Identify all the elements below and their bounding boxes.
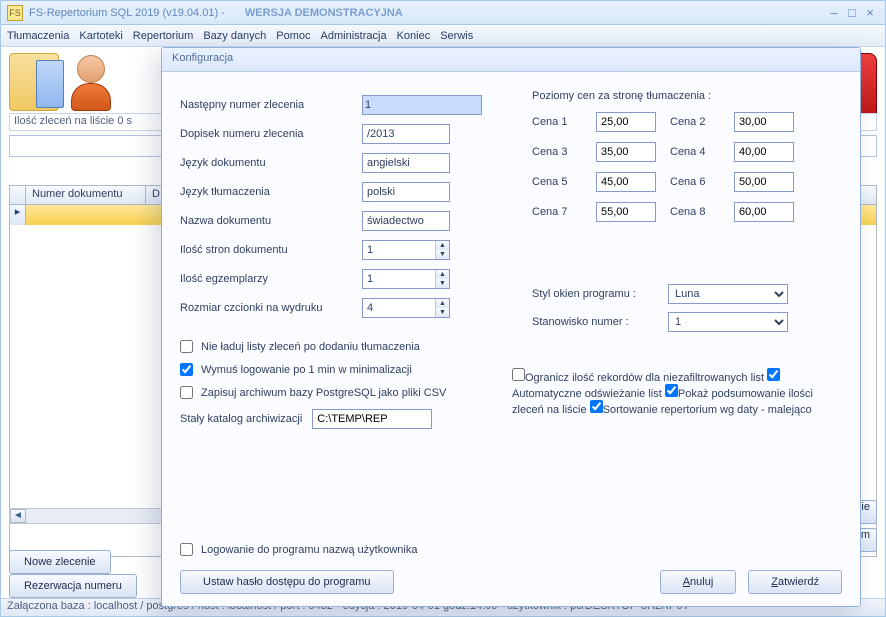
tr-lang-input[interactable] bbox=[362, 182, 450, 202]
chevron-up-icon[interactable]: ▲ bbox=[435, 241, 449, 250]
price-7-input[interactable] bbox=[596, 202, 656, 222]
top-icons bbox=[9, 53, 113, 111]
menu-pomoc[interactable]: Pomoc bbox=[276, 30, 310, 42]
price-4-input[interactable] bbox=[734, 142, 794, 162]
chevron-down-icon[interactable]: ▼ bbox=[435, 279, 449, 288]
scroll-left-icon[interactable]: ◄ bbox=[10, 509, 26, 523]
price-title: Poziomy cen za stronę tłumaczenia : bbox=[532, 90, 842, 102]
label-font: Rozmiar czcionki na wydruku bbox=[180, 302, 348, 314]
next-number-input[interactable] bbox=[362, 95, 482, 115]
folder-icon[interactable] bbox=[9, 53, 59, 111]
label-suffix: Dopisek numeru zlecenia bbox=[180, 128, 348, 140]
menu-koniec[interactable]: Koniec bbox=[397, 30, 431, 42]
menubar: Tłumaczenia Kartoteki Repertorium Bazy d… bbox=[1, 25, 885, 47]
station-select[interactable]: 1 bbox=[668, 312, 788, 332]
price-5-input[interactable] bbox=[596, 172, 656, 192]
price-6-input[interactable] bbox=[734, 172, 794, 192]
archive-path-input[interactable] bbox=[312, 409, 432, 429]
menu-kartoteki[interactable]: Kartoteki bbox=[79, 30, 122, 42]
copies-stepper[interactable]: ▲▼ bbox=[362, 269, 450, 289]
label-tr-lang: Język tłumaczenia bbox=[180, 186, 348, 198]
minimize-button[interactable]: – bbox=[825, 5, 843, 21]
label-doc-name: Nazwa dokumentu bbox=[180, 215, 348, 227]
cancel-button[interactable]: Anuluj bbox=[660, 570, 737, 594]
confirm-button[interactable]: Zatwierdź bbox=[748, 570, 842, 594]
doc-lang-input[interactable] bbox=[362, 153, 450, 173]
chevron-down-icon[interactable]: ▼ bbox=[435, 308, 449, 317]
check-login-user[interactable]: Logowanie do programu nazwą użytkownika bbox=[180, 543, 417, 556]
menu-bazy[interactable]: Bazy danych bbox=[203, 30, 266, 42]
right-checks: Ogranicz ilość rekordów dla niezafiltrow… bbox=[512, 368, 842, 416]
check-noload[interactable]: Nie ładuj listy zleceń po dodaniu tłumac… bbox=[180, 340, 842, 353]
row-pointer-icon: ▸ bbox=[10, 205, 26, 225]
demo-label: WERSJA DEMONSTRACYJNA bbox=[245, 7, 403, 19]
label-archive: Stały katalog archiwizacji bbox=[180, 413, 302, 425]
check-sort[interactable]: Sortowanie repertorium wg daty - malejąc… bbox=[590, 404, 812, 416]
app-icon: FS bbox=[7, 5, 23, 21]
price-1-input[interactable] bbox=[596, 112, 656, 132]
label-next-num: Następny numer zlecenia bbox=[180, 99, 348, 111]
label-style: Styl okien programu : bbox=[532, 288, 658, 300]
style-select[interactable]: Luna bbox=[668, 284, 788, 304]
menu-repertorium[interactable]: Repertorium bbox=[133, 30, 194, 42]
price-2-input[interactable] bbox=[734, 112, 794, 132]
app-window: FS FS-Repertorium SQL 2019 (v19.04.01) -… bbox=[0, 0, 886, 617]
close-window-button[interactable]: × bbox=[861, 5, 879, 21]
chevron-down-icon[interactable]: ▼ bbox=[435, 250, 449, 259]
menu-tlumaczenia[interactable]: Tłumaczenia bbox=[7, 30, 69, 42]
suffix-input[interactable] bbox=[362, 124, 450, 144]
titlebar: FS FS-Repertorium SQL 2019 (v19.04.01) -… bbox=[1, 1, 885, 25]
config-dialog: Konfiguracja Następny numer zlecenia Dop… bbox=[161, 47, 861, 607]
dialog-title: Konfiguracja bbox=[162, 48, 860, 72]
new-order-button[interactable]: Nowe zlecenie bbox=[9, 550, 111, 574]
doc-name-input[interactable] bbox=[362, 211, 450, 231]
label-copies: Ilość egzemplarzy bbox=[180, 273, 348, 285]
label-doc-lang: Język dokumentu bbox=[180, 157, 348, 169]
pages-stepper[interactable]: ▲▼ bbox=[362, 240, 450, 260]
price-3-input[interactable] bbox=[596, 142, 656, 162]
chevron-up-icon[interactable]: ▲ bbox=[435, 270, 449, 279]
menu-serwis[interactable]: Serwis bbox=[440, 30, 473, 42]
label-pages: Ilość stron dokumentu bbox=[180, 244, 348, 256]
check-limit[interactable]: Ogranicz ilość rekordów dla niezafiltrow… bbox=[512, 372, 764, 384]
font-stepper[interactable]: ▲▼ bbox=[362, 298, 450, 318]
person-icon[interactable] bbox=[69, 53, 113, 111]
price-8-input[interactable] bbox=[734, 202, 794, 222]
maximize-button[interactable]: □ bbox=[843, 5, 861, 21]
chevron-up-icon[interactable]: ▲ bbox=[435, 299, 449, 308]
price-panel: Poziomy cen za stronę tłumaczenia : Cena… bbox=[532, 90, 842, 222]
col-numer[interactable]: Numer dokumentu bbox=[26, 186, 146, 204]
set-password-button[interactable]: Ustaw hasło dostępu do programu bbox=[180, 570, 394, 594]
menu-administracja[interactable]: Administracja bbox=[321, 30, 387, 42]
label-station: Stanowisko numer : bbox=[532, 316, 658, 328]
window-title: FS-Repertorium SQL 2019 (v19.04.01) - bbox=[29, 7, 225, 19]
reserve-number-button[interactable]: Rezerwacja numeru bbox=[9, 574, 137, 598]
